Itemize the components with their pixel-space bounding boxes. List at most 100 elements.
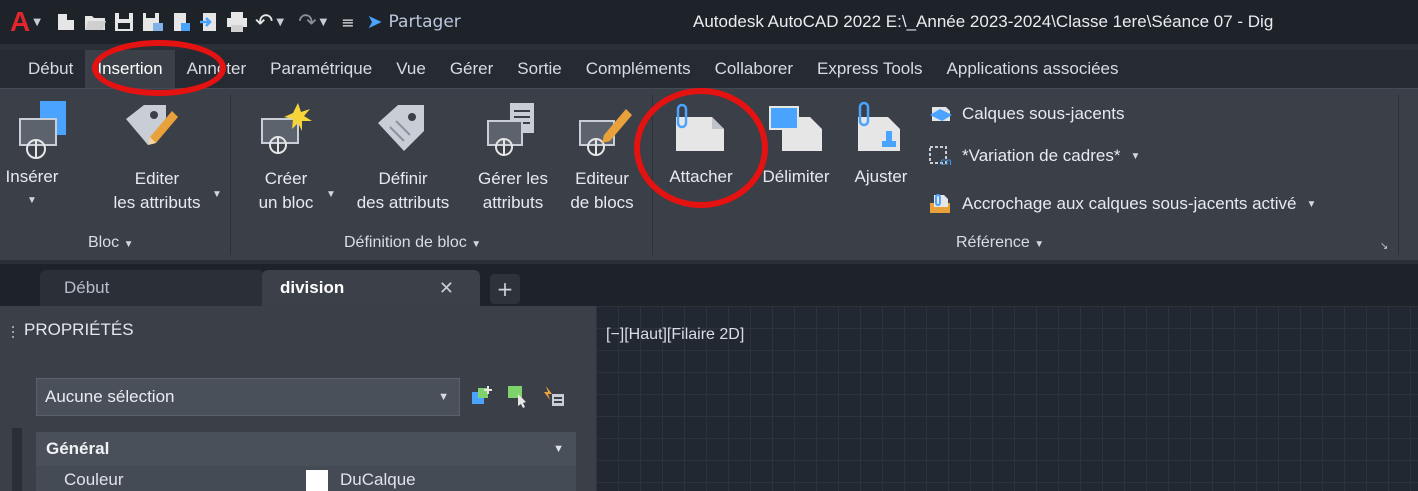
manage-attributes-label-line2: attributs: [482, 193, 544, 212]
bloc-panel-label[interactable]: Bloc ▼: [88, 234, 133, 252]
save-button[interactable]: [113, 0, 135, 44]
title-bar: A ▼ ↶ ▼ ↷ ▼ ≡ ➤ Partager Autodesk AutoCA…: [0, 0, 1418, 44]
redo-button[interactable]: ↷ ▼: [298, 0, 335, 44]
tab-parametrique[interactable]: Paramétrique: [258, 50, 384, 88]
tab-annoter[interactable]: Annoter: [175, 50, 259, 88]
app-menu-button[interactable]: A ▼: [10, 0, 49, 44]
undo-button[interactable]: ↶ ▼: [255, 0, 292, 44]
chevron-down-icon: ▼: [438, 391, 449, 403]
import-icon: [199, 13, 216, 31]
file-tab-start[interactable]: Début: [40, 270, 264, 306]
insert-label: Insérer: [5, 167, 59, 186]
open-from-cloud-button[interactable]: [171, 0, 193, 44]
chevron-down-icon: ▼: [471, 239, 482, 250]
file-tab-start-label: Début: [64, 278, 110, 297]
frames-vary-button[interactable]: cn *Variation de cadres* ▼: [928, 145, 1140, 167]
tab-gerer[interactable]: Gérer: [438, 50, 505, 88]
paper-plane-icon: ➤: [366, 11, 383, 33]
new-tab-button[interactable]: +: [490, 274, 520, 304]
tab-insertion[interactable]: Insertion: [85, 50, 175, 88]
general-section-header[interactable]: Général ▼: [36, 432, 576, 466]
reference-panel-label[interactable]: Référence ▼: [956, 234, 1044, 252]
chevron-down-icon: ▼: [276, 16, 285, 28]
chevron-down-icon: ▼: [319, 16, 328, 28]
manage-attributes-label-line1: Gérer les: [478, 169, 548, 188]
define-attributes-icon: [374, 101, 430, 162]
chevron-down-icon[interactable]: ▼: [212, 189, 222, 200]
new-button[interactable]: [55, 0, 77, 44]
reference-panel-title: Référence: [956, 234, 1030, 251]
toggle-pickadd-icon[interactable]: [470, 384, 494, 408]
tab-express-tools[interactable]: Express Tools: [805, 50, 935, 88]
chevron-down-icon: ▼: [1306, 198, 1317, 210]
plus-icon: +: [496, 277, 514, 301]
edit-attributes-button[interactable]: Editer les attributs: [92, 167, 222, 215]
snap-underlay-label: Accrochage aux calques sous-jacents acti…: [962, 194, 1297, 213]
general-section-title: Général: [46, 439, 110, 458]
define-attributes-button[interactable]: Définir des attributs: [340, 167, 466, 215]
definition-panel-title: Définition de bloc: [344, 234, 467, 251]
manage-attributes-button[interactable]: Gérer les attributs: [468, 167, 558, 215]
property-value: DuCalque: [340, 470, 416, 489]
viewport-controls-label[interactable]: [−][Haut][Filaire 2D]: [606, 326, 744, 344]
property-row-color[interactable]: Couleur DuCalque: [36, 466, 576, 491]
edit-attributes-icon: [120, 99, 182, 166]
printer-icon: [226, 12, 247, 32]
clip-icon: [768, 103, 828, 158]
cloud-file-icon: [173, 13, 190, 31]
adjust-icon: [852, 101, 910, 160]
file-tabs-bar: Début division ✕: [0, 264, 1418, 306]
underlay-layers-label: Calques sous-jacents: [962, 104, 1125, 123]
import-button[interactable]: [199, 0, 219, 44]
save-icon: [114, 13, 133, 31]
share-button[interactable]: ➤ Partager: [367, 11, 461, 33]
chevron-down-icon[interactable]: ▼: [326, 189, 336, 200]
customize-qat-button[interactable]: ≡: [341, 0, 354, 44]
tab-applications-associees[interactable]: Applications associées: [935, 50, 1131, 88]
grip-icon[interactable]: [12, 326, 16, 342]
tab-debut[interactable]: Début: [0, 50, 85, 88]
quick-select-icon[interactable]: [542, 384, 566, 408]
underlay-layers-button[interactable]: Calques sous-jacents: [928, 103, 1125, 125]
select-objects-icon[interactable]: [506, 384, 530, 408]
panel-dialog-launcher-icon[interactable]: ↘: [1380, 241, 1388, 252]
save-as-button[interactable]: [141, 0, 165, 44]
insert-button[interactable]: Insérer ▼: [4, 165, 60, 213]
chevron-down-icon: ▼: [33, 16, 41, 28]
properties-title: PROPRIÉTÉS: [24, 320, 134, 339]
chevron-down-icon: ▼: [553, 443, 564, 455]
define-attributes-label-line1: Définir: [378, 169, 428, 188]
open-button[interactable]: [83, 0, 107, 44]
file-tab-division[interactable]: division ✕: [262, 270, 480, 306]
panel-separator: [230, 95, 231, 255]
snap-underlay-icon: [928, 193, 954, 215]
panel-separator: [652, 95, 653, 255]
tab-complements[interactable]: Compléments: [574, 50, 703, 88]
tab-vue[interactable]: Vue: [384, 50, 438, 88]
define-attributes-label-line2: des attributs: [356, 193, 450, 212]
autocad-logo-icon: A: [10, 6, 31, 37]
attach-icon: [668, 103, 728, 158]
snap-underlay-button[interactable]: Accrochage aux calques sous-jacents acti…: [928, 193, 1316, 215]
block-editor-button[interactable]: Editeur de blocs: [560, 167, 644, 215]
file-tab-division-label: division: [280, 278, 345, 297]
drawing-viewport[interactable]: [−][Haut][Filaire 2D]: [596, 306, 1418, 491]
definition-panel-label[interactable]: Définition de bloc ▼: [344, 234, 481, 252]
tab-sortie[interactable]: Sortie: [505, 50, 573, 88]
clip-button[interactable]: Délimiter: [746, 165, 846, 189]
create-block-icon: [258, 101, 314, 166]
plot-button[interactable]: [225, 0, 249, 44]
create-block-button[interactable]: Créer un bloc: [246, 167, 326, 215]
selection-dropdown[interactable]: Aucune sélection ▼: [36, 378, 460, 416]
block-editor-icon: [576, 101, 636, 164]
customize-icon: ≡: [341, 12, 355, 32]
edit-attributes-label-line2: les attributs: [113, 193, 201, 212]
adjust-button[interactable]: Ajuster: [846, 165, 916, 189]
attach-button[interactable]: Attacher: [660, 165, 742, 189]
create-block-label-line1: Créer: [264, 169, 308, 188]
quick-access-toolbar: A ▼ ↶ ▼ ↷ ▼ ≡ ➤ Partager: [0, 0, 461, 44]
properties-palette: PROPRIÉTÉS Aucune sélection ▼ Général ▼ …: [0, 306, 596, 491]
palette-side-bar[interactable]: [12, 428, 22, 491]
close-icon[interactable]: ✕: [439, 278, 454, 299]
tab-collaborer[interactable]: Collaborer: [703, 50, 805, 88]
